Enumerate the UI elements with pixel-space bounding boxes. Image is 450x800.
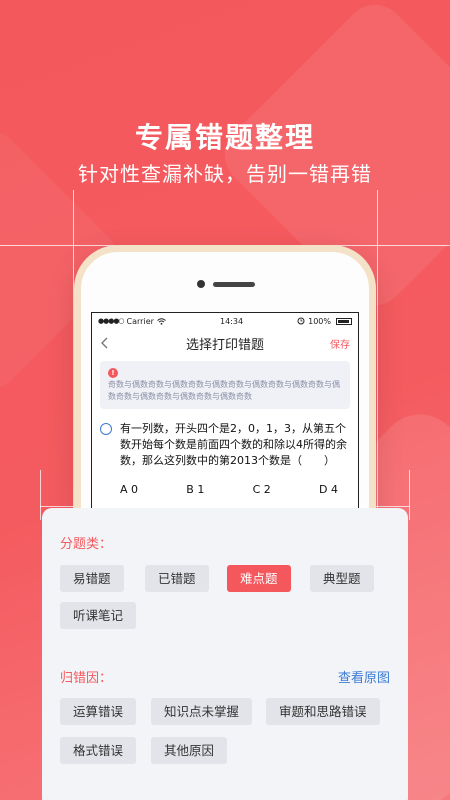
status-time: 14:34 [219, 316, 244, 326]
notice-box: ! 奇数与偶数奇数与偶数奇数与偶数奇数与偶数奇数与偶数奇数与偶数奇数与偶数奇数与… [100, 361, 350, 409]
back-button[interactable] [100, 334, 120, 353]
option-a: A 0 [120, 483, 139, 496]
wifi-icon [157, 317, 166, 325]
phone-top [81, 280, 369, 290]
carrier-label: Carrier [126, 316, 154, 326]
save-button[interactable]: 保存 [330, 336, 350, 351]
alarm-icon [297, 317, 305, 325]
tag-other-reason[interactable]: 其他原因 [151, 737, 228, 764]
signal-icon: ●●●●○ [98, 317, 125, 325]
guide-line [409, 470, 410, 520]
tag-typical[interactable]: 典型题 [310, 565, 374, 592]
tag-class-notes[interactable]: 听课笔记 [60, 602, 137, 629]
page-title: 选择打印错题 [185, 337, 264, 353]
tag-difficult[interactable]: 难点题 [227, 565, 291, 592]
nav-bar: 选择打印错题 保存 [92, 329, 358, 357]
question-item[interactable]: 有一列数，开头四个是2，0，1，3，从第五个数开始每个数是前面四个数的和除以4所… [92, 409, 358, 469]
option-d: D 4 [319, 483, 338, 496]
hero-title: 专属错题整理 [134, 121, 315, 154]
question-text: 有一列数，开头四个是2，0，1，3，从第五个数开始每个数是前面四个数的和除以4所… [120, 422, 347, 467]
tag-easy-wrong[interactable]: 易错题 [60, 565, 124, 592]
classification-card: 分题类： 易错题 已错题 难点题 典型题 听课笔记 归错因： 查看原图 运算错误… [42, 508, 408, 800]
warning-icon: ! [108, 368, 118, 378]
chevron-left-icon [101, 337, 108, 348]
view-original-link[interactable]: 查看原图 [338, 667, 390, 686]
hero-subtitle: 针对性查漏补缺，告别一错再错 [78, 162, 372, 186]
battery-percent: 100% [308, 316, 331, 326]
tag-reading-error[interactable]: 审题和思路错误 [266, 698, 380, 725]
speaker-icon [213, 282, 255, 287]
reason-label: 归错因： [60, 671, 113, 686]
question-options: A 0 B 1 C 2 D 4 [92, 469, 358, 496]
battery-icon [336, 317, 352, 325]
tag-format-error[interactable]: 格式错误 [60, 737, 137, 764]
option-c: C 2 [252, 483, 271, 496]
tag-already-wrong[interactable]: 已错题 [145, 565, 209, 592]
status-bar: ●●●●○ Carrier 14:34 100% [92, 313, 358, 329]
tag-calc-error[interactable]: 运算错误 [60, 698, 137, 725]
guide-line [40, 470, 41, 520]
guide-line [377, 190, 378, 520]
camera-icon [197, 280, 205, 288]
tag-knowledge-gap[interactable]: 知识点未掌握 [151, 698, 253, 725]
option-b: B 1 [186, 483, 205, 496]
category-label: 分题类： [60, 537, 113, 552]
question-radio[interactable] [100, 423, 112, 435]
notice-text: 奇数与偶数奇数与偶数奇数与偶数奇数与偶数奇数与偶数奇数与偶数奇数与偶数奇数与偶数… [108, 380, 340, 401]
